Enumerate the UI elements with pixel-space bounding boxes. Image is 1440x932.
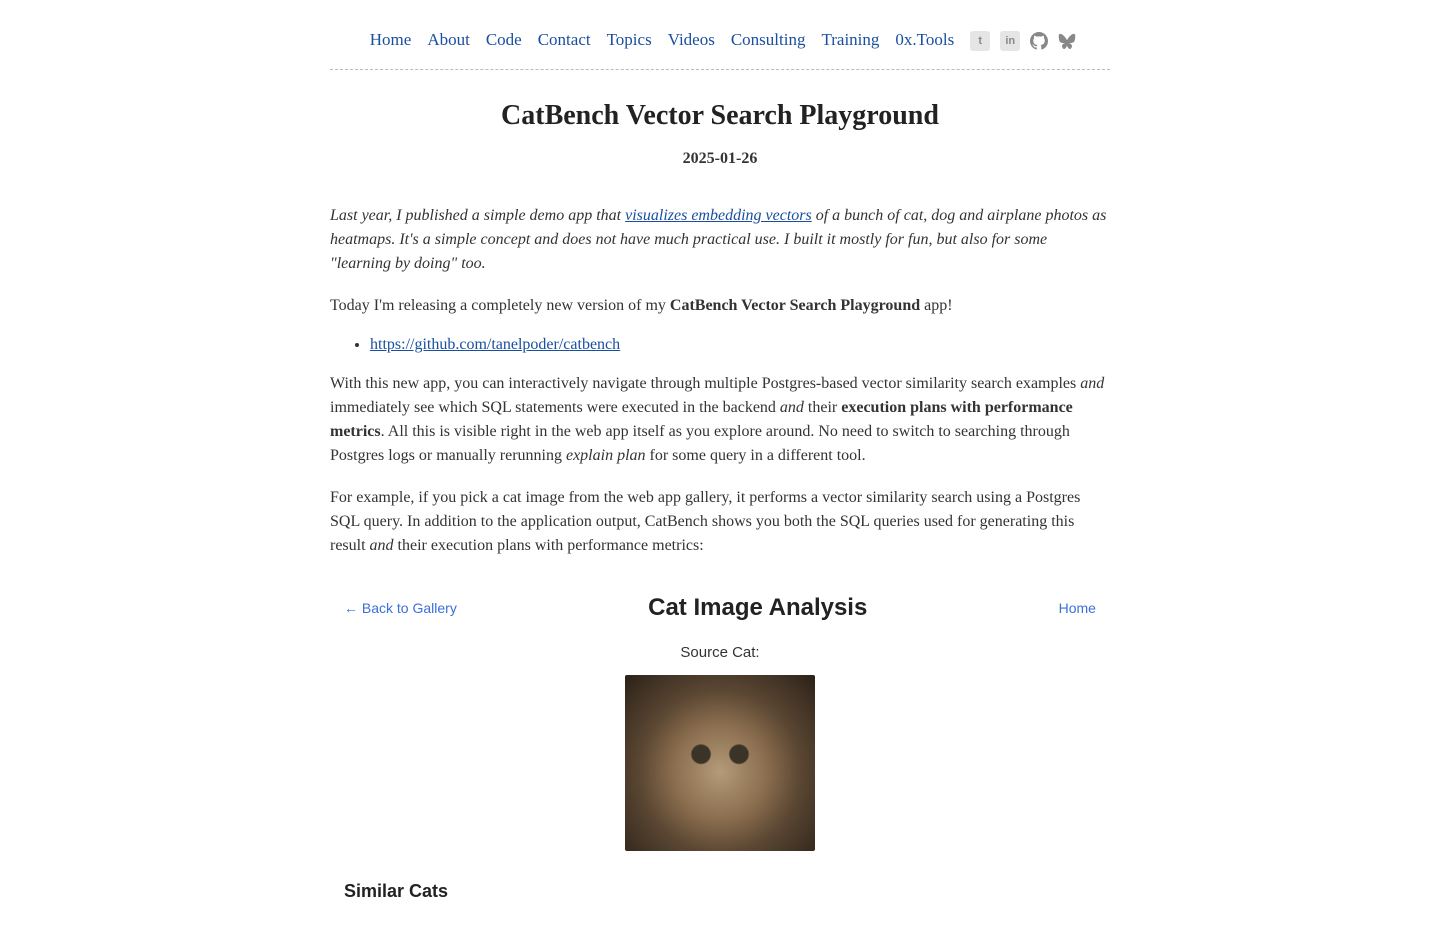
- nav-code[interactable]: Code: [486, 30, 522, 50]
- release-paragraph: Today I'm releasing a completely new ver…: [330, 294, 1110, 318]
- features-paragraph: With this new app, you can interactively…: [330, 372, 1110, 468]
- bluesky-icon[interactable]: [1058, 32, 1076, 50]
- twitter-icon[interactable]: t: [970, 31, 990, 51]
- source-cat-label: Source Cat:: [330, 644, 1110, 661]
- nav-0xtools[interactable]: 0x.Tools: [895, 30, 954, 50]
- repo-link[interactable]: https://github.com/tanelpoder/catbench: [370, 336, 620, 353]
- back-to-gallery-link[interactable]: ← Back to Gallery: [344, 600, 457, 616]
- similar-cats-heading: Similar Cats: [330, 881, 1110, 902]
- nav-topics[interactable]: Topics: [607, 30, 652, 50]
- intro-paragraph: Last year, I published a simple demo app…: [330, 204, 1110, 276]
- nav-videos[interactable]: Videos: [668, 30, 715, 50]
- nav-about[interactable]: About: [427, 30, 470, 50]
- nav-training[interactable]: Training: [821, 30, 879, 50]
- nav-contact[interactable]: Contact: [538, 30, 591, 50]
- github-icon[interactable]: [1030, 32, 1048, 50]
- page-date: 2025-01-26: [330, 150, 1110, 168]
- linkedin-icon[interactable]: in: [1000, 31, 1020, 51]
- top-nav: Home About Code Contact Topics Videos Co…: [330, 30, 1110, 70]
- nav-consulting[interactable]: Consulting: [731, 30, 806, 50]
- visualizes-link[interactable]: visualizes embedding vectors: [625, 207, 812, 224]
- nav-home[interactable]: Home: [370, 30, 412, 50]
- list-item: https://github.com/tanelpoder/catbench: [370, 336, 1110, 354]
- repo-list: https://github.com/tanelpoder/catbench: [350, 336, 1110, 354]
- page-title: CatBench Vector Search Playground: [330, 100, 1110, 132]
- embedded-screenshot: ← Back to Gallery Cat Image Analysis Hom…: [330, 588, 1110, 902]
- source-cat-image: [625, 675, 815, 851]
- example-paragraph: For example, if you pick a cat image fro…: [330, 486, 1110, 558]
- embed-home-link[interactable]: Home: [1059, 600, 1096, 616]
- embed-title: Cat Image Analysis: [648, 594, 867, 622]
- embed-header: ← Back to Gallery Cat Image Analysis Hom…: [330, 588, 1110, 622]
